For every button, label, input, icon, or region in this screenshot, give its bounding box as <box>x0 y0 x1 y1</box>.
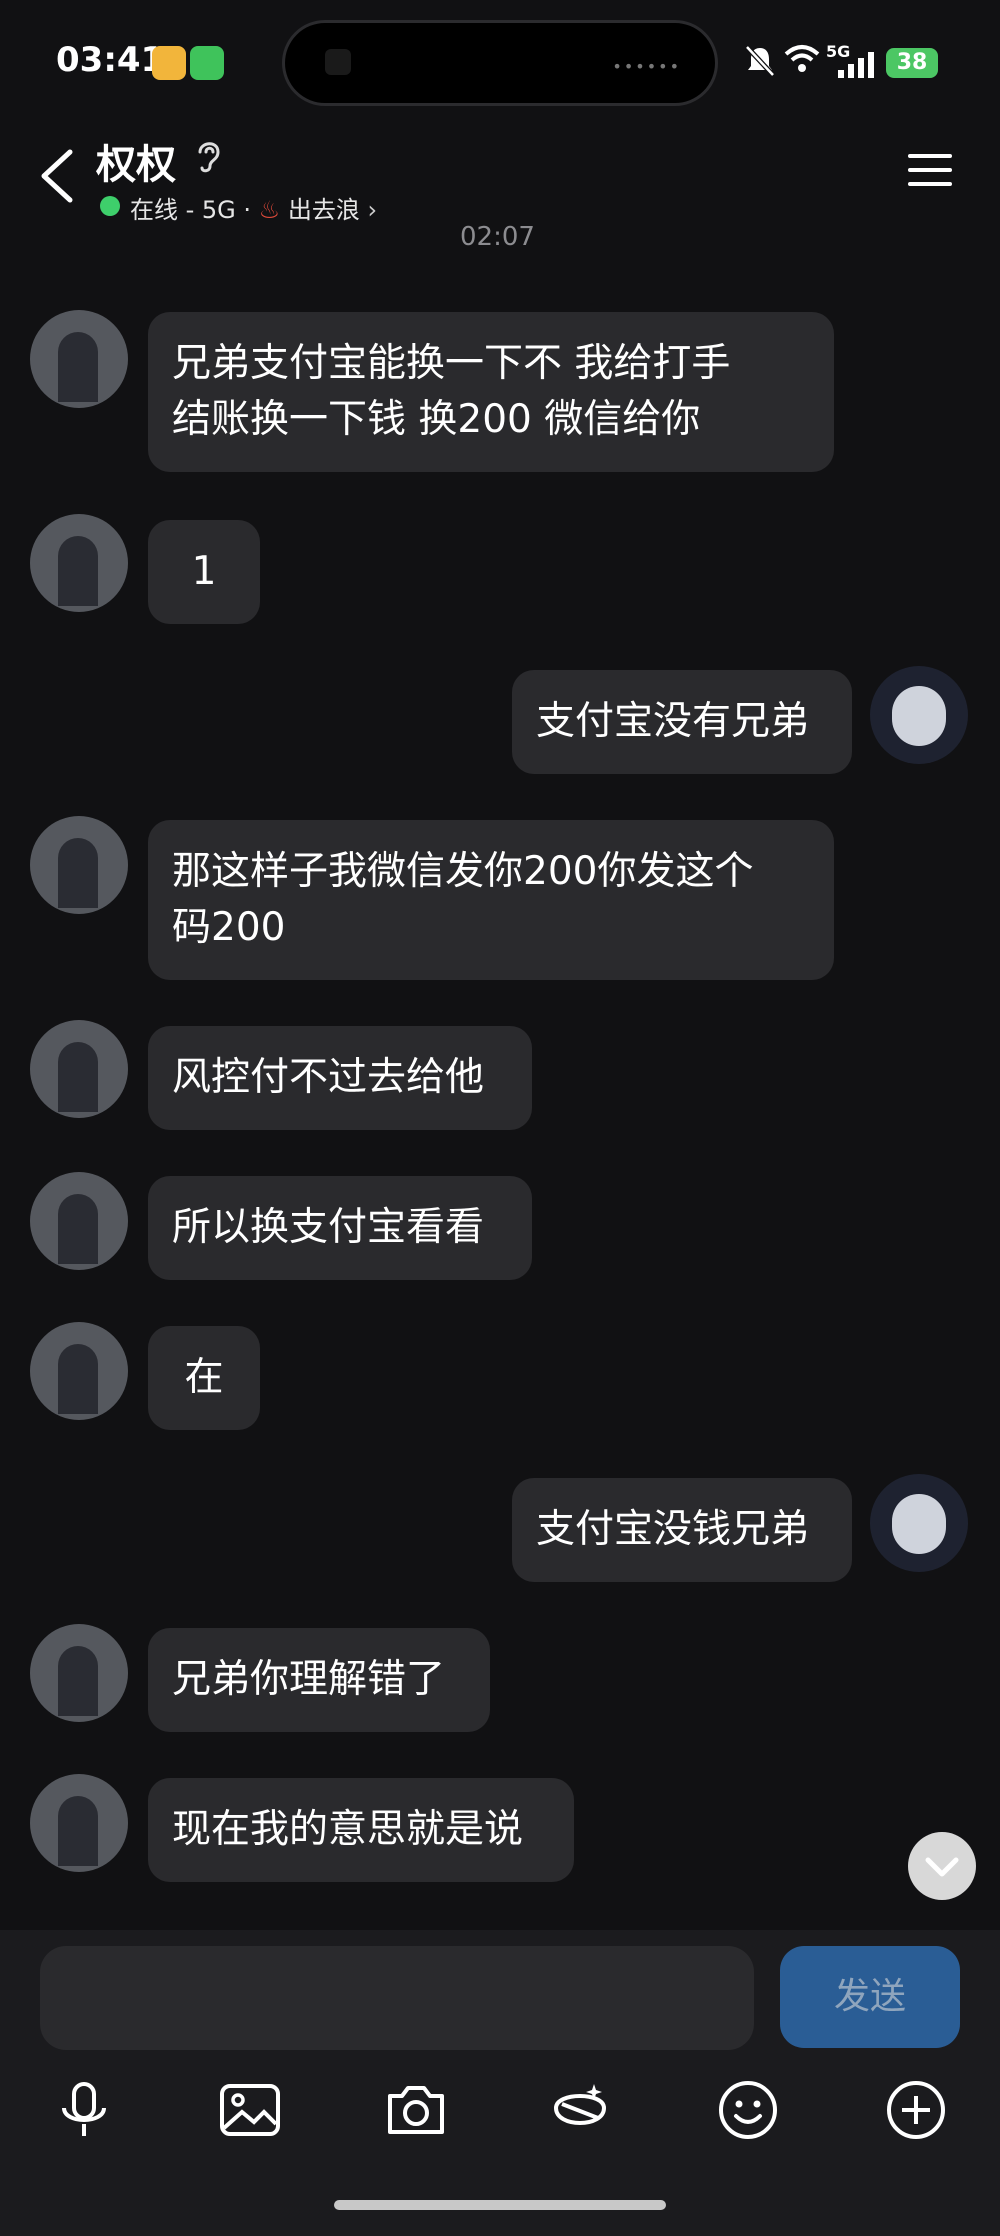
contact-avatar[interactable] <box>30 514 128 612</box>
dynamic-island: •••••• <box>282 20 718 106</box>
message-timestamp: 02:07 <box>460 222 535 252</box>
island-app-icon <box>325 49 351 75</box>
contact-avatar[interactable] <box>30 1172 128 1270</box>
message-bubble-outgoing[interactable]: 支付宝没有兄弟 <box>512 670 852 774</box>
online-status-text: 在线 - 5G · <box>130 196 259 224</box>
battery-indicator: 38 <box>886 48 938 78</box>
menu-icon[interactable] <box>908 152 952 188</box>
scroll-to-bottom-button[interactable] <box>908 1832 976 1900</box>
plus-icon[interactable] <box>884 2078 948 2142</box>
message-bubble-incoming[interactable]: 所以换支付宝看看 <box>148 1176 532 1280</box>
back-icon[interactable] <box>34 146 80 206</box>
cellular-signal-icon <box>838 52 874 78</box>
message-bubble-incoming[interactable]: 1 <box>148 520 260 624</box>
red-envelope-icon[interactable] <box>548 2078 612 2142</box>
wechat-notification-icon <box>190 46 224 80</box>
message-input[interactable] <box>40 1946 754 2050</box>
home-indicator[interactable] <box>334 2200 666 2210</box>
activity-emoji-icon: ♨ <box>258 196 281 224</box>
contact-avatar[interactable] <box>30 1020 128 1118</box>
contact-avatar[interactable] <box>30 1774 128 1872</box>
chevron-right-icon: › <box>367 196 378 224</box>
contact-avatar[interactable] <box>30 816 128 914</box>
message-bubble-incoming[interactable]: 现在我的意思就是说 <box>148 1778 574 1882</box>
chevron-down-icon <box>925 1857 959 1877</box>
message-bubble-incoming[interactable]: 风控付不过去给他 <box>148 1026 532 1130</box>
mute-bell-icon <box>745 45 775 77</box>
my-avatar[interactable] <box>870 666 968 764</box>
microphone-icon[interactable] <box>52 2078 116 2142</box>
send-button[interactable]: 发送 <box>780 1946 960 2048</box>
contact-avatar[interactable] <box>30 1322 128 1420</box>
contact-avatar[interactable] <box>30 1624 128 1722</box>
activity-text: 出去浪 <box>287 196 360 224</box>
app-notification-icon <box>152 46 186 80</box>
my-avatar[interactable] <box>870 1474 968 1572</box>
island-dots: •••••• <box>612 57 681 76</box>
status-time: 03:41 <box>56 40 165 80</box>
message-bubble-outgoing[interactable]: 支付宝没钱兄弟 <box>512 1478 852 1582</box>
image-icon[interactable] <box>218 2078 282 2142</box>
wifi-icon <box>784 45 820 72</box>
message-bubble-incoming[interactable]: 在 <box>148 1326 260 1430</box>
emoji-icon[interactable] <box>716 2078 780 2142</box>
message-bubble-incoming[interactable]: 兄弟你理解错了 <box>148 1628 490 1732</box>
camera-icon[interactable] <box>384 2078 448 2142</box>
presence-line[interactable]: 在线 - 5G · ♨ 出去浪 › <box>130 190 377 225</box>
message-bubble-incoming[interactable]: 兄弟支付宝能换一下不 我给打手 结账换一下钱 换200 微信给你 <box>148 312 834 472</box>
contact-avatar[interactable] <box>30 310 128 408</box>
ear-icon[interactable] <box>194 136 224 176</box>
message-bubble-incoming[interactable]: 那这样子我微信发你200你发这个 码200 <box>148 820 834 980</box>
online-status-dot <box>100 196 120 216</box>
contact-name[interactable]: 权权 <box>96 132 176 190</box>
